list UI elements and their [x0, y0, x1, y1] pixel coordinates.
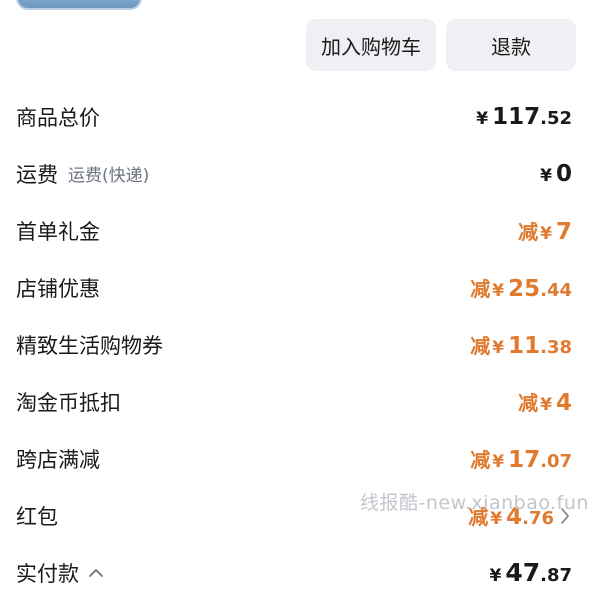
currency-symbol: ¥	[492, 281, 505, 301]
currency-symbol: ¥	[540, 165, 552, 186]
order-action-bar: 加入购物车 退款	[306, 19, 576, 71]
product-thumbnail	[16, 0, 142, 10]
watermark: 线报酷-new.xianbao.fun	[360, 492, 589, 514]
amount-decimal: .44	[540, 280, 572, 301]
shipping-label: 运费	[16, 162, 58, 187]
paid-label: 实付款	[16, 561, 79, 586]
amount-integer: 47	[505, 558, 541, 587]
row-taojinbi: 淘金币抵扣 减 ¥ 4	[0, 373, 600, 430]
store-discount-amount: 减 ¥ 25 .44	[470, 273, 572, 302]
refund-button[interactable]: 退款	[446, 19, 576, 71]
amount-integer: 25	[508, 276, 541, 302]
amount-integer: 17	[508, 447, 541, 473]
lifestyle-coupon-label: 精致生活购物券	[16, 333, 163, 358]
amount-integer: 11	[508, 333, 541, 359]
currency-symbol: ¥	[540, 395, 552, 415]
amount-decimal: .87	[540, 565, 572, 586]
amount-decimal: .07	[540, 451, 572, 472]
currency-symbol: ¥	[492, 452, 505, 472]
amount-integer: 7	[555, 219, 572, 245]
discount-prefix: 减	[470, 334, 491, 358]
row-cross-store: 跨店满减 减 ¥ 17 .07	[0, 430, 600, 487]
cross-store-amount: 减 ¥ 17 .07	[470, 444, 572, 473]
row-subtotal: 商品总价 ¥ 117 .52	[0, 88, 600, 145]
row-store-discount: 店铺优惠 减 ¥ 25 .44	[0, 259, 600, 316]
currency-symbol: ¥	[540, 224, 552, 244]
currency-symbol: ¥	[489, 566, 502, 586]
discount-prefix: 减	[470, 277, 491, 301]
shipping-method: 运费(快递)	[68, 166, 150, 186]
price-summary: 商品总价 ¥ 117 .52 运费 运费(快递) ¥ 0 首单礼金 减 ¥ 7	[0, 88, 600, 601]
row-shipping: 运费 运费(快递) ¥ 0	[0, 145, 600, 202]
first-order-gift-amount: 减 ¥ 7	[518, 216, 572, 245]
amount-integer: 0	[555, 160, 572, 187]
amount-integer: 4	[555, 390, 572, 416]
row-first-order-gift: 首单礼金 减 ¥ 7	[0, 202, 600, 259]
taojinbi-label: 淘金币抵扣	[16, 390, 121, 415]
paid-amount: ¥ 47 .87	[489, 558, 572, 587]
first-order-gift-label: 首单礼金	[16, 219, 100, 244]
discount-prefix: 减	[518, 391, 539, 415]
amount-decimal: .52	[540, 107, 572, 129]
subtotal-label: 商品总价	[16, 105, 100, 130]
red-packet-label: 红包	[16, 504, 58, 529]
subtotal-amount: ¥ 117 .52	[476, 104, 572, 130]
amount-decimal: .38	[540, 337, 572, 358]
store-discount-label: 店铺优惠	[16, 276, 100, 301]
taojinbi-amount: 减 ¥ 4	[518, 387, 572, 416]
currency-symbol: ¥	[492, 338, 505, 358]
lifestyle-coupon-amount: 减 ¥ 11 .38	[470, 330, 572, 359]
discount-prefix: 减	[470, 448, 491, 472]
cross-store-label: 跨店满减	[16, 447, 100, 472]
shipping-amount: ¥ 0	[540, 161, 572, 187]
chevron-up-icon[interactable]	[87, 564, 105, 582]
row-lifestyle-coupon: 精致生活购物券 减 ¥ 11 .38	[0, 316, 600, 373]
row-paid[interactable]: 实付款 ¥ 47 .87	[0, 544, 600, 601]
add-to-cart-button[interactable]: 加入购物车	[306, 19, 436, 71]
amount-integer: 117	[492, 103, 541, 130]
discount-prefix: 减	[518, 220, 539, 244]
currency-symbol: ¥	[476, 108, 489, 129]
